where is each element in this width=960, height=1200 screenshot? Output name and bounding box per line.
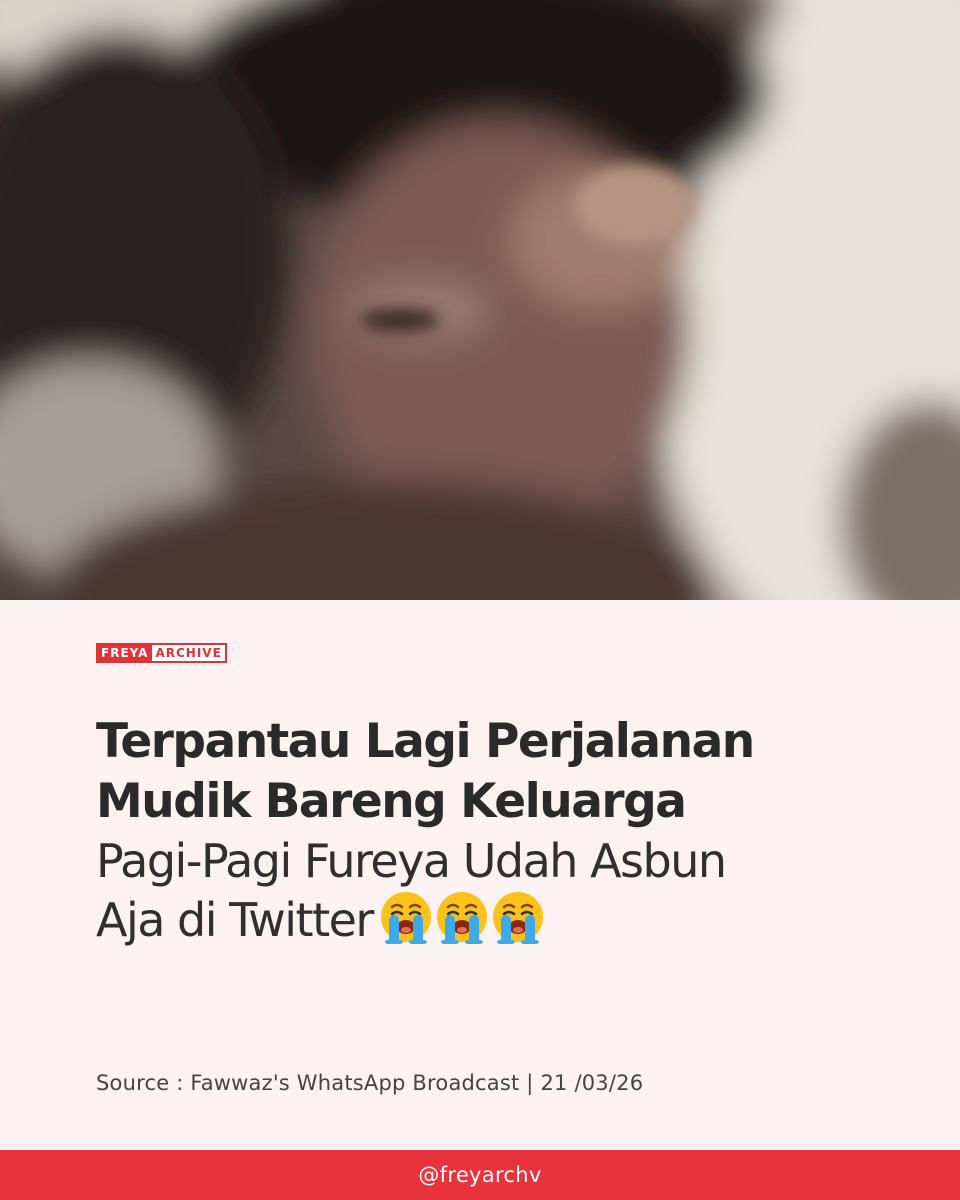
headline-bold-line2: Mudik Bareng Keluarga bbox=[96, 774, 687, 829]
crying-emoji-group bbox=[379, 890, 545, 944]
loudly-crying-face-icon bbox=[491, 890, 545, 944]
headline-light-line1: Pagi-Pagi Fureya Udah Asbun bbox=[96, 834, 727, 888]
headline-light-line2-text: Aja di Twitter bbox=[96, 893, 374, 947]
loudly-crying-face-icon bbox=[435, 890, 489, 944]
blurred-person-photo bbox=[0, 0, 960, 600]
brand-logo-part2: ARCHIVE bbox=[152, 645, 225, 661]
loudly-crying-face-icon bbox=[379, 890, 433, 944]
footer-handle: @freyarchv bbox=[418, 1163, 542, 1187]
source-credit: Source : Fawwaz's WhatsApp Broadcast | 2… bbox=[96, 1071, 644, 1095]
footer-bar: @freyarchv bbox=[0, 1150, 960, 1200]
headline-bold-line1: Terpantau Lagi Perjalanan bbox=[96, 714, 755, 769]
brand-logo: FREYA ARCHIVE bbox=[96, 643, 227, 663]
headline-light-line2: Aja di Twitter bbox=[96, 890, 896, 949]
headline: Terpantau Lagi Perjalanan Mudik Bareng K… bbox=[96, 712, 896, 949]
brand-logo-part1: FREYA bbox=[98, 645, 153, 661]
post-card: FREYA ARCHIVE Terpantau Lagi Perjalanan M… bbox=[0, 0, 960, 1200]
